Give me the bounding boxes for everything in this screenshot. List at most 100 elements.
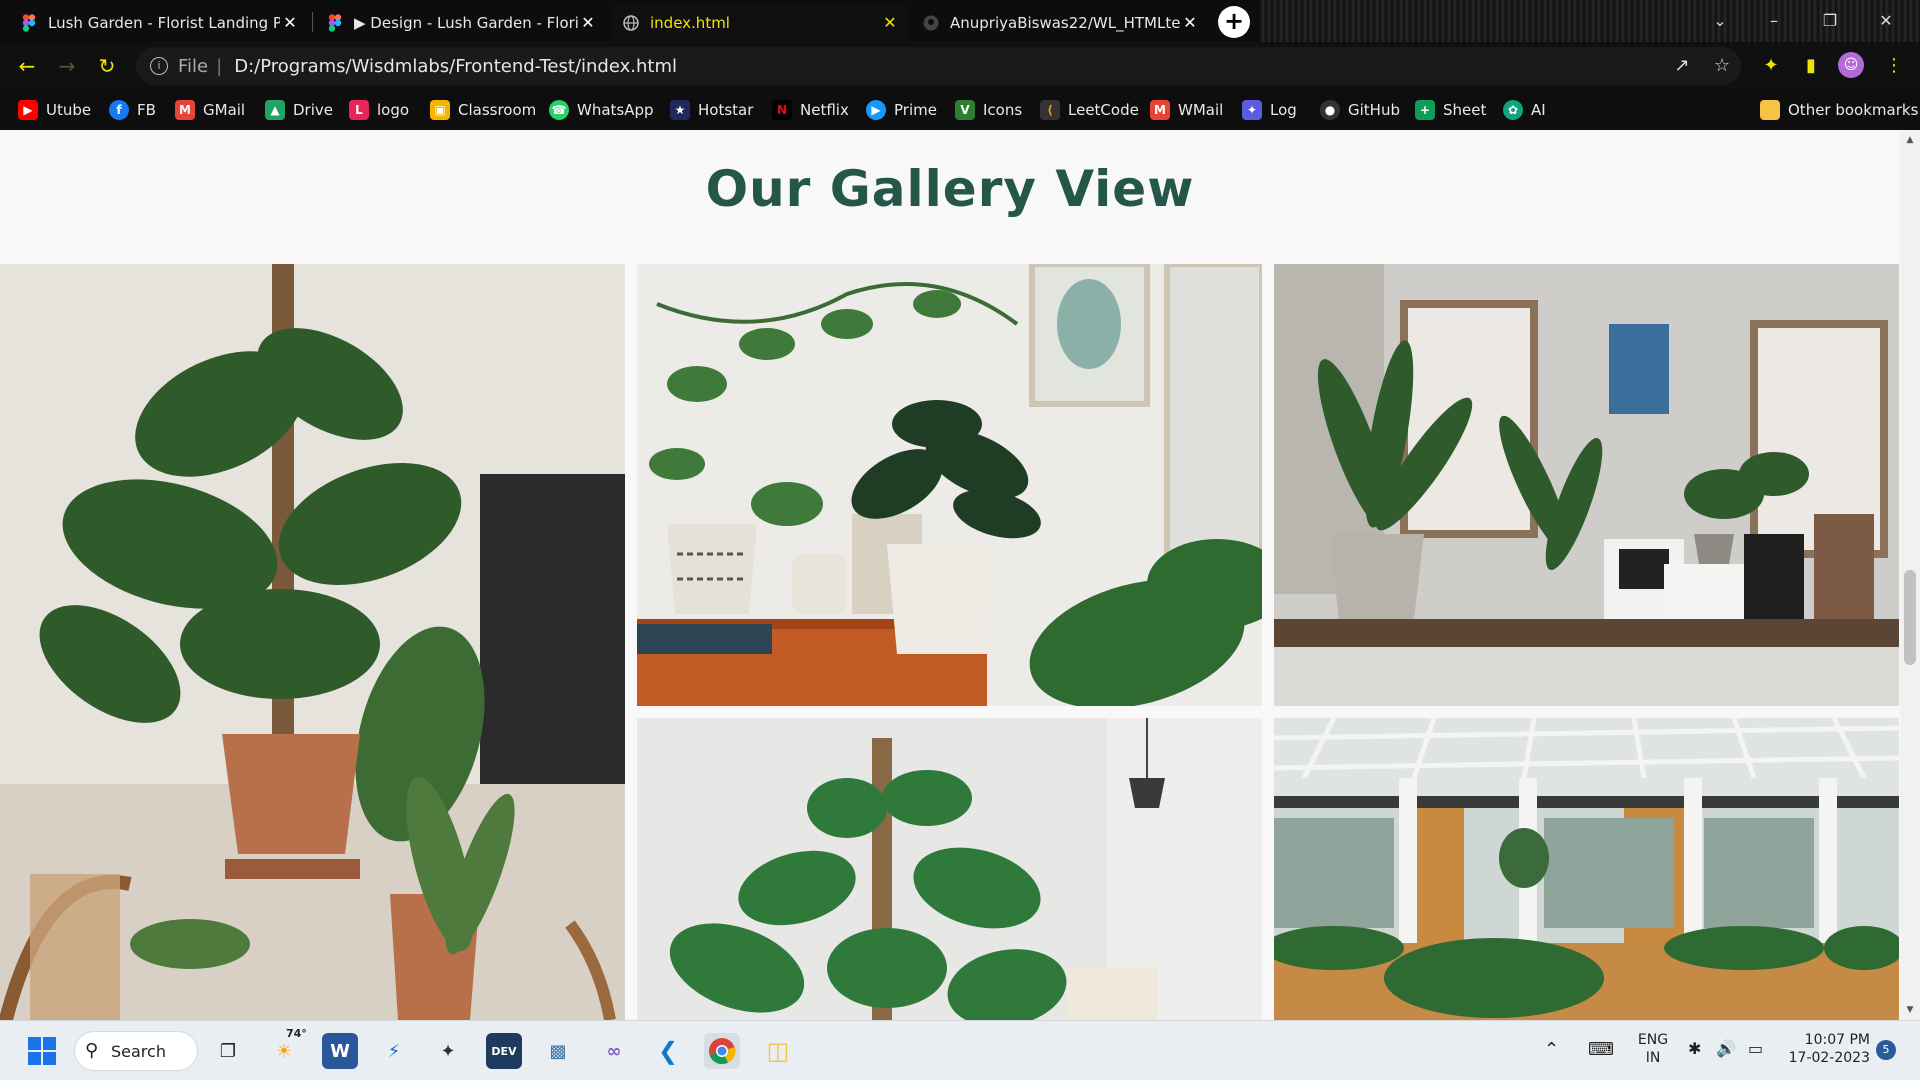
- tab-search-icon[interactable]: ⌄: [1700, 6, 1740, 36]
- sheets-icon: +: [1415, 100, 1435, 120]
- visual-studio-icon[interactable]: ∞: [596, 1033, 632, 1069]
- close-icon[interactable]: ✕: [578, 13, 598, 32]
- address-bar[interactable]: i File | D:/Programs/Wisdmlabs/Frontend-…: [136, 47, 1741, 85]
- forward-arrow-icon[interactable]: →: [52, 51, 82, 81]
- gmail-icon: M: [175, 100, 195, 120]
- tab-lush-garden-landing[interactable]: Lush Garden - Florist Landing Pa ✕: [10, 3, 310, 42]
- tab-github-repo[interactable]: AnupriyaBiswas22/WL_HTMLtest ✕: [912, 3, 1210, 42]
- task-view-icon[interactable]: ❐: [210, 1033, 246, 1069]
- youtube-icon: ▶: [18, 100, 38, 120]
- weather-icon[interactable]: 74° ☀: [266, 1027, 307, 1069]
- page-viewport: Our Gallery View ▲ ▼: [0, 130, 1920, 1020]
- zap-icon[interactable]: ⚡: [376, 1033, 412, 1069]
- whatsapp-icon: ☎: [549, 100, 569, 120]
- bookmark-log[interactable]: ✦ Log: [1242, 97, 1297, 123]
- back-arrow-icon[interactable]: ←: [12, 51, 42, 81]
- battery-icon[interactable]: ▭: [1748, 1039, 1763, 1058]
- windows-taskbar: ⚲ Search ❐ 74° ☀ W ⚡ ✦ DEV ▩ ∞ ❮ ◫ ⌃ ⌨ E…: [0, 1020, 1920, 1080]
- bookmark-hotstar[interactable]: ★ Hotstar: [670, 97, 753, 123]
- icons-bookmark-icon: V: [955, 100, 975, 120]
- bookmark-gmail[interactable]: M GMail: [175, 97, 245, 123]
- clock-time: 10:07 PM: [1804, 1032, 1870, 1048]
- maximize-icon[interactable]: ❐: [1810, 6, 1850, 36]
- log-icon: ✦: [1242, 100, 1262, 120]
- chrome-icon[interactable]: [704, 1033, 740, 1069]
- bookmark-leetcode[interactable]: ⟨ LeetCode: [1040, 97, 1139, 123]
- tab-title: index.html: [650, 13, 730, 32]
- tab-design-lush-garden[interactable]: ▶ Design - Lush Garden - Florist ✕: [316, 3, 608, 42]
- github-icon: [922, 14, 940, 32]
- other-bookmarks-folder[interactable]: Other bookmarks: [1760, 97, 1918, 123]
- bookmark-sheet[interactable]: + Sheet: [1415, 97, 1486, 123]
- extensions-icon[interactable]: ✦: [1757, 52, 1785, 80]
- netflix-icon: N: [772, 100, 792, 120]
- scroll-up-arrow-icon[interactable]: ▲: [1900, 132, 1920, 148]
- close-window-icon[interactable]: ✕: [1866, 6, 1906, 36]
- site-info-icon[interactable]: i: [150, 57, 168, 75]
- browser-tab-strip: Lush Garden - Florist Landing Pa ✕ ▶ Des…: [0, 0, 1920, 42]
- volume-icon[interactable]: 🔊: [1716, 1039, 1736, 1058]
- vlc-icon[interactable]: ✦: [430, 1033, 466, 1069]
- bookmark-drive[interactable]: ▲ Drive: [265, 97, 333, 123]
- file-explorer-icon[interactable]: ◫: [760, 1033, 796, 1069]
- gallery-image-2: [637, 264, 1262, 706]
- bookmark-github[interactable]: ● GitHub: [1320, 97, 1400, 123]
- profile-avatar[interactable]: ☺: [1838, 52, 1864, 78]
- gallery-image-3: [1274, 264, 1899, 706]
- scroll-down-arrow-icon[interactable]: ▼: [1900, 1002, 1920, 1018]
- hotstar-icon: ★: [670, 100, 690, 120]
- clock[interactable]: 10:07 PM 17-02-2023: [1786, 1031, 1870, 1067]
- gallery-image-5: [1274, 718, 1899, 1020]
- logo-icon: L: [349, 100, 369, 120]
- bookmark-netflix[interactable]: N Netflix: [772, 97, 849, 123]
- bookmark-utube[interactable]: ▶ Utube: [18, 97, 91, 123]
- close-icon[interactable]: ✕: [1180, 13, 1200, 32]
- vscode-icon[interactable]: ❮: [650, 1033, 686, 1069]
- wifi-icon[interactable]: ✱: [1688, 1039, 1701, 1058]
- python-icon[interactable]: ▩: [540, 1033, 576, 1069]
- page-scrollbar[interactable]: ▲ ▼: [1900, 130, 1920, 1020]
- figma-icon: [20, 13, 38, 32]
- bookmark-icons[interactable]: V Icons: [955, 97, 1022, 123]
- bookmark-prime[interactable]: ▶ Prime: [866, 97, 937, 123]
- side-panel-icon[interactable]: ▮: [1797, 52, 1825, 80]
- bookmark-whatsapp[interactable]: ☎ WhatsApp: [549, 97, 654, 123]
- bookmark-classroom[interactable]: ▣ Classroom: [430, 97, 536, 123]
- github-icon: ●: [1320, 100, 1340, 120]
- show-hidden-icons-chevron[interactable]: ⌃: [1544, 1039, 1559, 1060]
- region-label: IN: [1645, 1050, 1661, 1066]
- tab-title: Lush Garden - Florist Landing Pa: [48, 13, 280, 32]
- notification-badge[interactable]: 5: [1876, 1040, 1896, 1060]
- word-icon[interactable]: W: [322, 1033, 358, 1069]
- bookmark-fb[interactable]: f FB: [109, 97, 156, 123]
- prime-icon: ▶: [866, 100, 886, 120]
- dev-icon[interactable]: DEV: [486, 1033, 522, 1069]
- share-icon[interactable]: ↗: [1668, 52, 1696, 80]
- figma-icon: [326, 13, 344, 32]
- tab-index-html[interactable]: index.html ✕: [612, 3, 910, 42]
- close-icon[interactable]: ✕: [880, 13, 900, 32]
- kebab-menu-icon[interactable]: ⋮: [1880, 52, 1908, 80]
- keyboard-icon[interactable]: ⌨: [1588, 1039, 1614, 1060]
- url-separator: |: [216, 55, 223, 77]
- leetcode-icon: ⟨: [1040, 100, 1060, 120]
- close-icon[interactable]: ✕: [280, 13, 300, 32]
- facebook-icon: f: [109, 100, 129, 120]
- scrollbar-thumb[interactable]: [1904, 570, 1916, 665]
- bookmark-wmail[interactable]: M WMail: [1150, 97, 1223, 123]
- search-label: Search: [111, 1041, 166, 1061]
- windows-start-icon[interactable]: [24, 1033, 60, 1069]
- tab-title: ▶ Design - Lush Garden - Florist: [354, 13, 578, 32]
- language-label: ENG: [1637, 1032, 1669, 1048]
- taskbar-search-box[interactable]: ⚲ Search: [74, 1031, 198, 1071]
- bookmark-star-icon[interactable]: ☆: [1708, 52, 1736, 80]
- new-tab-button[interactable]: +: [1218, 6, 1250, 38]
- language-indicator[interactable]: ENG IN: [1636, 1031, 1670, 1067]
- url-text[interactable]: D:/Programs/Wisdmlabs/Frontend-Test/inde…: [234, 56, 677, 77]
- bookmark-ai[interactable]: ✿ AI: [1503, 97, 1546, 123]
- bookmark-logo[interactable]: Llogo: [349, 97, 409, 123]
- drive-icon: ▲: [265, 100, 285, 120]
- minimize-icon[interactable]: –: [1754, 6, 1794, 36]
- globe-icon: [622, 14, 640, 32]
- reload-icon[interactable]: ↻: [92, 51, 122, 81]
